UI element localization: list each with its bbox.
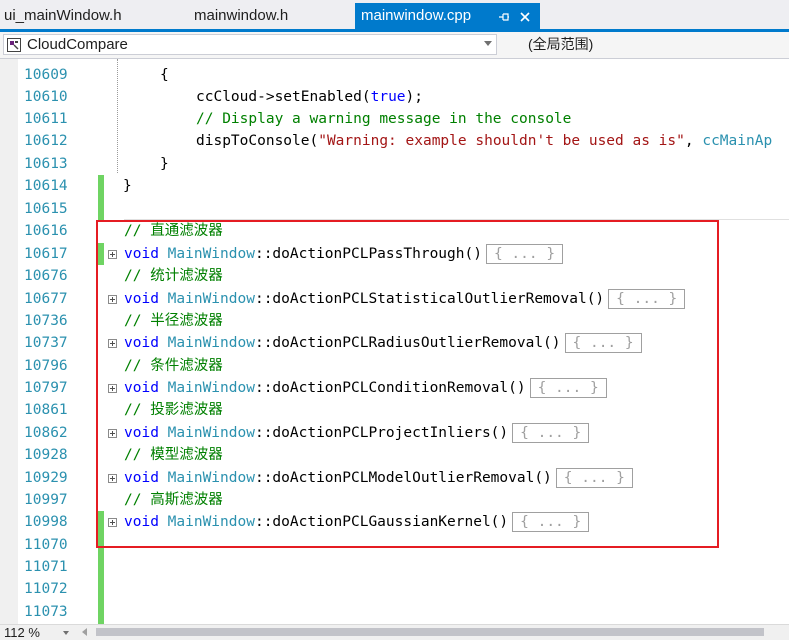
line-number: 10862	[24, 425, 68, 441]
line-number: 10736	[24, 313, 68, 329]
line-number: 11073	[24, 604, 68, 620]
code-comment[interactable]: // Display a warning message in the cons…	[196, 108, 571, 130]
line-number: 11072	[24, 581, 68, 597]
line-number: 10617	[24, 246, 68, 262]
line-number: 10998	[24, 514, 68, 530]
close-icon[interactable]	[519, 3, 531, 29]
code-comment[interactable]: // 统计滤波器	[124, 265, 223, 287]
tab-ui-mainwindow-h[interactable]: ui_mainWindow.h	[4, 3, 154, 29]
line-number: 10797	[24, 380, 68, 396]
function-definition[interactable]: void MainWindow::doActionPCLStatisticalO…	[124, 288, 686, 310]
tab-label: mainwindow.cpp	[361, 7, 472, 24]
code-line[interactable]: }	[123, 175, 132, 197]
project-scope-dropdown[interactable]: CloudCompare	[3, 34, 497, 55]
document-tab-bar: ui_mainWindow.h mainwindow.h mainwindow.…	[0, 0, 789, 32]
code-comment[interactable]: // 高斯滤波器	[124, 489, 223, 511]
code-comment[interactable]: // 投影滤波器	[124, 399, 223, 421]
code-line[interactable]: ccCloud->setEnabled(true);	[196, 86, 423, 108]
function-definition[interactable]: void MainWindow::doActionPCLModelOutlier…	[124, 467, 633, 489]
scroll-left-icon[interactable]	[82, 628, 87, 636]
collapsed-block[interactable]: { ... }	[564, 333, 642, 353]
code-comment[interactable]: // 条件滤波器	[124, 355, 223, 377]
tab-label: ui_mainWindow.h	[4, 7, 122, 24]
line-number: 11070	[24, 537, 68, 553]
line-number: 10614	[24, 178, 68, 194]
line-number: 11071	[24, 559, 68, 575]
expand-icon[interactable]	[108, 295, 117, 304]
code-comment[interactable]: // 模型滤波器	[124, 444, 223, 466]
code-line[interactable]: dispToConsole("Warning: example shouldn'…	[196, 130, 772, 152]
project-icon	[7, 38, 21, 52]
pin-icon[interactable]	[498, 3, 510, 29]
line-number: 10616	[24, 223, 68, 239]
line-number: 10611	[24, 111, 68, 127]
method-separator	[124, 219, 789, 220]
change-indicator	[98, 243, 104, 265]
tab-mainwindow-cpp[interactable]: mainwindow.cpp	[355, 3, 540, 29]
code-comment[interactable]: // 半径滤波器	[124, 310, 223, 332]
collapsed-block[interactable]: { ... }	[529, 378, 607, 398]
outline-guide	[117, 59, 119, 173]
tab-mainwindow-h[interactable]: mainwindow.h	[194, 3, 344, 29]
change-indicator	[98, 511, 104, 624]
collapsed-block[interactable]: { ... }	[485, 244, 564, 264]
code-editor[interactable]: 10609 10610 10611 10612 10613 10614 1061…	[0, 59, 789, 624]
line-number: 10610	[24, 89, 68, 105]
expand-icon[interactable]	[108, 339, 117, 348]
code-line[interactable]: {	[160, 64, 169, 86]
line-number: 10796	[24, 358, 68, 374]
line-number: 10737	[24, 335, 68, 351]
line-number: 10612	[24, 133, 68, 149]
member-scope-dropdown[interactable]: (全局范围)	[528, 35, 593, 54]
line-number: 10861	[24, 402, 68, 418]
line-number: 10677	[24, 291, 68, 307]
change-indicator	[98, 175, 104, 221]
collapsed-block[interactable]: { ... }	[512, 512, 590, 532]
line-number: 10615	[24, 201, 68, 217]
project-scope-label: CloudCompare	[27, 36, 128, 53]
collapsed-block[interactable]: { ... }	[512, 423, 590, 443]
navigation-bar: CloudCompare (全局范围)	[0, 32, 789, 59]
line-number: 10609	[24, 67, 68, 83]
editor-bottom-bar: 112 %	[0, 624, 789, 640]
expand-icon[interactable]	[108, 250, 117, 259]
line-number: 10929	[24, 470, 68, 486]
chevron-down-icon	[484, 41, 492, 46]
indicator-margin	[0, 59, 18, 624]
function-definition[interactable]: void MainWindow::doActionPCLProjectInlie…	[124, 422, 590, 444]
expand-icon[interactable]	[108, 518, 117, 527]
line-number: 10613	[24, 156, 68, 172]
code-line[interactable]: }	[160, 153, 169, 175]
expand-icon[interactable]	[108, 384, 117, 393]
chevron-down-icon[interactable]	[63, 631, 69, 635]
code-comment[interactable]: // 直通滤波器	[124, 220, 223, 242]
zoom-level-dropdown[interactable]: 112 %	[4, 625, 40, 640]
expand-icon[interactable]	[108, 429, 117, 438]
collapsed-block[interactable]: { ... }	[608, 289, 686, 309]
function-definition[interactable]: void MainWindow::doActionPCLPassThrough(…	[124, 243, 564, 265]
tab-label: mainwindow.h	[194, 7, 289, 24]
collapsed-block[interactable]: { ... }	[555, 468, 633, 488]
function-definition[interactable]: void MainWindow::doActionPCLGaussianKern…	[124, 511, 590, 533]
line-number: 10997	[24, 492, 68, 508]
function-definition[interactable]: void MainWindow::doActionPCLConditionRem…	[124, 377, 607, 399]
function-definition[interactable]: void MainWindow::doActionPCLRadiusOutlie…	[124, 332, 642, 354]
line-number: 10676	[24, 268, 68, 284]
horizontal-scrollbar-thumb[interactable]	[96, 628, 764, 636]
line-number: 10928	[24, 447, 68, 463]
expand-icon[interactable]	[108, 474, 117, 483]
